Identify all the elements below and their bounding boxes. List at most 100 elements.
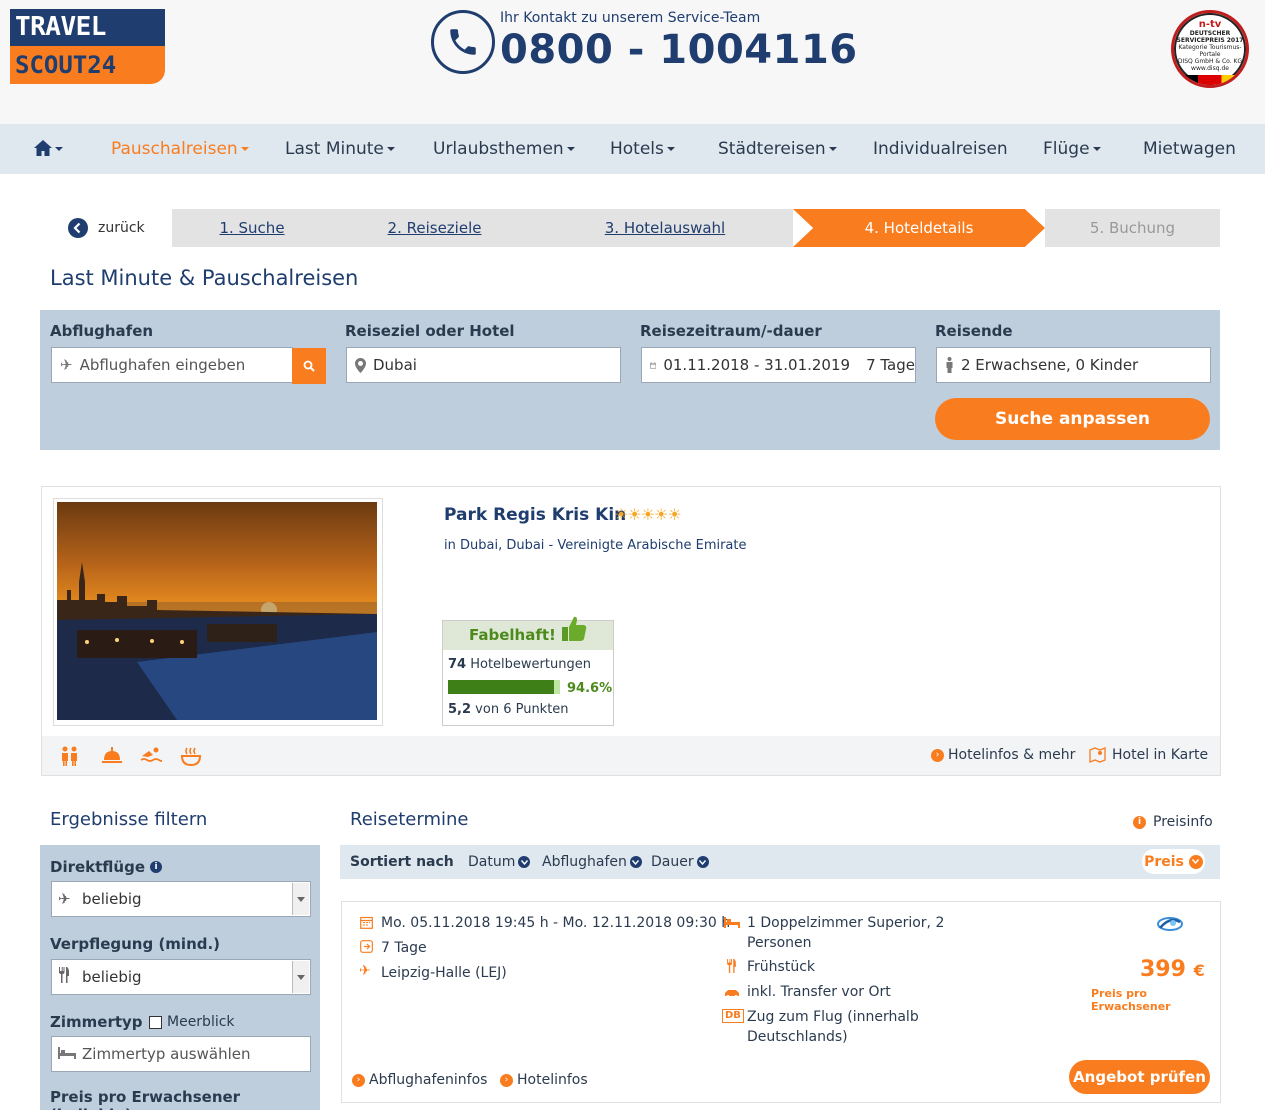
thumbs-up-icon (562, 616, 587, 641)
offer-price: 399 € (1140, 957, 1205, 982)
award-line-5: www.disq.de (1191, 65, 1229, 72)
rating-box[interactable]: Fabelhaft! 74 Hotelbewertungen 94.6% 5,2… (442, 616, 614, 726)
offer-currency: € (1193, 961, 1205, 980)
plane-icon: ✈ (359, 963, 371, 979)
airport-infos-link[interactable]: › Abflughafeninfos (352, 1072, 487, 1088)
period-input[interactable]: 01.11.2018 - 31.01.2019 7 Tage (641, 347, 916, 383)
rating-points: 5,2 (448, 702, 472, 717)
back-button[interactable]: zurück (68, 209, 145, 247)
chevron-right-icon: › (931, 748, 944, 762)
seaview-label: Meerblick (167, 1014, 235, 1030)
cutlery-icon (726, 959, 737, 977)
person-icon (946, 357, 953, 373)
tour-operator-logo-icon (1156, 914, 1184, 938)
plane-icon: ✈ (60, 356, 73, 374)
award-seal-icon: n-tv DEUTSCHER SERVICEPREIS 2017 Kategor… (1171, 10, 1249, 88)
step-suche[interactable]: 1. Suche (172, 209, 332, 247)
hotel-name[interactable]: Park Regis Kris Kin (444, 505, 626, 525)
search-submit-button[interactable]: Suche anpassen (935, 398, 1210, 440)
destination-input[interactable]: Dubai (346, 347, 621, 383)
nav-mietwagen[interactable]: Mietwagen (1143, 124, 1236, 174)
page-title: Last Minute & Pauschalreisen (50, 266, 359, 290)
sort-bar: Sortiert nach Datum Abflughafen Dauer Pr… (340, 845, 1220, 879)
airport-search-button[interactable] (292, 348, 326, 384)
nav-home[interactable] (34, 124, 63, 174)
rating-bar (448, 680, 560, 694)
chevron-down-icon (629, 856, 642, 868)
bed-icon (724, 916, 740, 932)
phone-icon (431, 10, 495, 74)
hotel-photo (57, 502, 377, 720)
nav-last-minute[interactable]: Last Minute (285, 124, 395, 174)
contact-label: Ihr Kontakt zu unserem Service-Team (500, 10, 761, 26)
direct-flights-label: Direktflüge i (50, 858, 163, 876)
award-line-4: DISQ GmbH & Co. KG (1177, 58, 1243, 65)
travelscout24-logo[interactable]: TRAVEL SCOUT24 (10, 9, 165, 84)
airport-input[interactable]: ✈ Abflughafen eingeben (51, 347, 293, 383)
booking-steps: zurück 1. Suche 2. Reiseziele 3. Hotelau… (60, 209, 1220, 247)
sort-by-duration[interactable]: Dauer (651, 854, 709, 870)
nav-pauschalreisen[interactable]: Pauschalreisen (111, 124, 249, 174)
service-bell-icon (101, 746, 123, 769)
map-pin-icon (355, 357, 366, 373)
rating-count-row: 74 Hotelbewertungen (448, 657, 591, 672)
info-icon: i (1133, 815, 1146, 829)
price-filter-label: Preis pro Erwachsener (beliebig) (50, 1088, 241, 1110)
offer-duration: 7 Tage (381, 940, 427, 956)
chevron-right-icon: › (352, 1073, 365, 1087)
step-reiseziele[interactable]: 2. Reiseziele (332, 209, 537, 247)
offer-train-line2: Deutschlands) (747, 1029, 848, 1045)
travelers-input[interactable]: 2 Erwachsene, 0 Kinder (936, 347, 1211, 383)
chevron-down-icon (292, 883, 309, 915)
sort-by-airport[interactable]: Abflughafen (542, 854, 642, 870)
rating-label: Fabelhaft! (469, 626, 556, 644)
offer-price-note: Preis pro Erwachsener (1091, 987, 1171, 1013)
seaview-checkbox[interactable] (149, 1015, 162, 1029)
room-type-input[interactable]: Zimmertyp auswählen (51, 1036, 311, 1072)
period-label: Reisezeitraum/-dauer (640, 322, 822, 340)
offer-hotel-infos-link[interactable]: › Hotelinfos (500, 1072, 588, 1088)
home-icon (34, 140, 52, 156)
sort-by-price[interactable]: Preis (1142, 849, 1205, 874)
sort-label: Sortiert nach (350, 854, 454, 870)
phone-number[interactable]: 0800 - 1004116 (500, 27, 858, 73)
calendar-icon (360, 916, 373, 933)
chevron-down-icon (696, 856, 709, 868)
main-nav: Pauschalreisen Last Minute Urlaubsthemen… (0, 124, 1265, 174)
calendar-icon (650, 361, 657, 369)
offer-price-value: 399 (1140, 957, 1186, 982)
nav-individualreisen[interactable]: Individualreisen (873, 124, 1008, 174)
transfer-car-icon (724, 986, 740, 1002)
nav-urlaubsthemen[interactable]: Urlaubsthemen (433, 124, 575, 174)
rating-bar-fill (448, 680, 554, 694)
step-hotelauswahl[interactable]: 3. Hotelauswahl (537, 209, 793, 247)
seaview-checkbox-row[interactable]: Meerblick (149, 1014, 235, 1030)
logo-line-2: SCOUT24 (10, 46, 165, 84)
rating-count: 74 (448, 657, 467, 672)
hotel-map-link[interactable]: Hotel in Karte (1089, 747, 1208, 763)
direct-flights-select[interactable]: ✈ beliebig (51, 881, 311, 917)
sort-by-date[interactable]: Datum (468, 854, 531, 870)
chevron-down-icon (518, 856, 531, 868)
hotel-infos-link[interactable]: › Hotelinfos & mehr (931, 747, 1075, 763)
rating-header: Fabelhaft! (443, 616, 613, 650)
hotel-photo-frame[interactable] (53, 498, 383, 726)
logo-line-1: TRAVEL (10, 9, 165, 46)
info-icon[interactable]: i (150, 861, 163, 873)
step-hoteldetails: 4. Hoteldetails (793, 209, 1045, 247)
filter-title: Ergebnisse filtern (50, 809, 208, 830)
nav-fluege[interactable]: Flüge (1043, 124, 1101, 174)
check-offer-button[interactable]: Angebot prüfen (1069, 1060, 1210, 1094)
offer-card: Mo. 05.11.2018 19:45 h - Mo. 12.11.2018 … (341, 901, 1221, 1103)
step-buchung: 5. Buchung (1045, 209, 1220, 247)
board-select[interactable]: beliebig (51, 959, 311, 995)
offer-room-line2: Personen (747, 935, 812, 951)
hotel-location: in Dubai, Dubai - Vereinigte Arabische E… (444, 538, 747, 553)
offer-airport: Leipzig-Halle (LEJ) (381, 965, 507, 981)
swimming-icon (140, 746, 163, 769)
preisinfo-link[interactable]: i Preisinfo (1133, 814, 1213, 830)
board-label: Verpflegung (mind.) (50, 935, 221, 953)
nav-staedtereisen[interactable]: Städtereisen (718, 124, 837, 174)
search-icon (303, 360, 315, 372)
nav-hotels[interactable]: Hotels (610, 124, 675, 174)
